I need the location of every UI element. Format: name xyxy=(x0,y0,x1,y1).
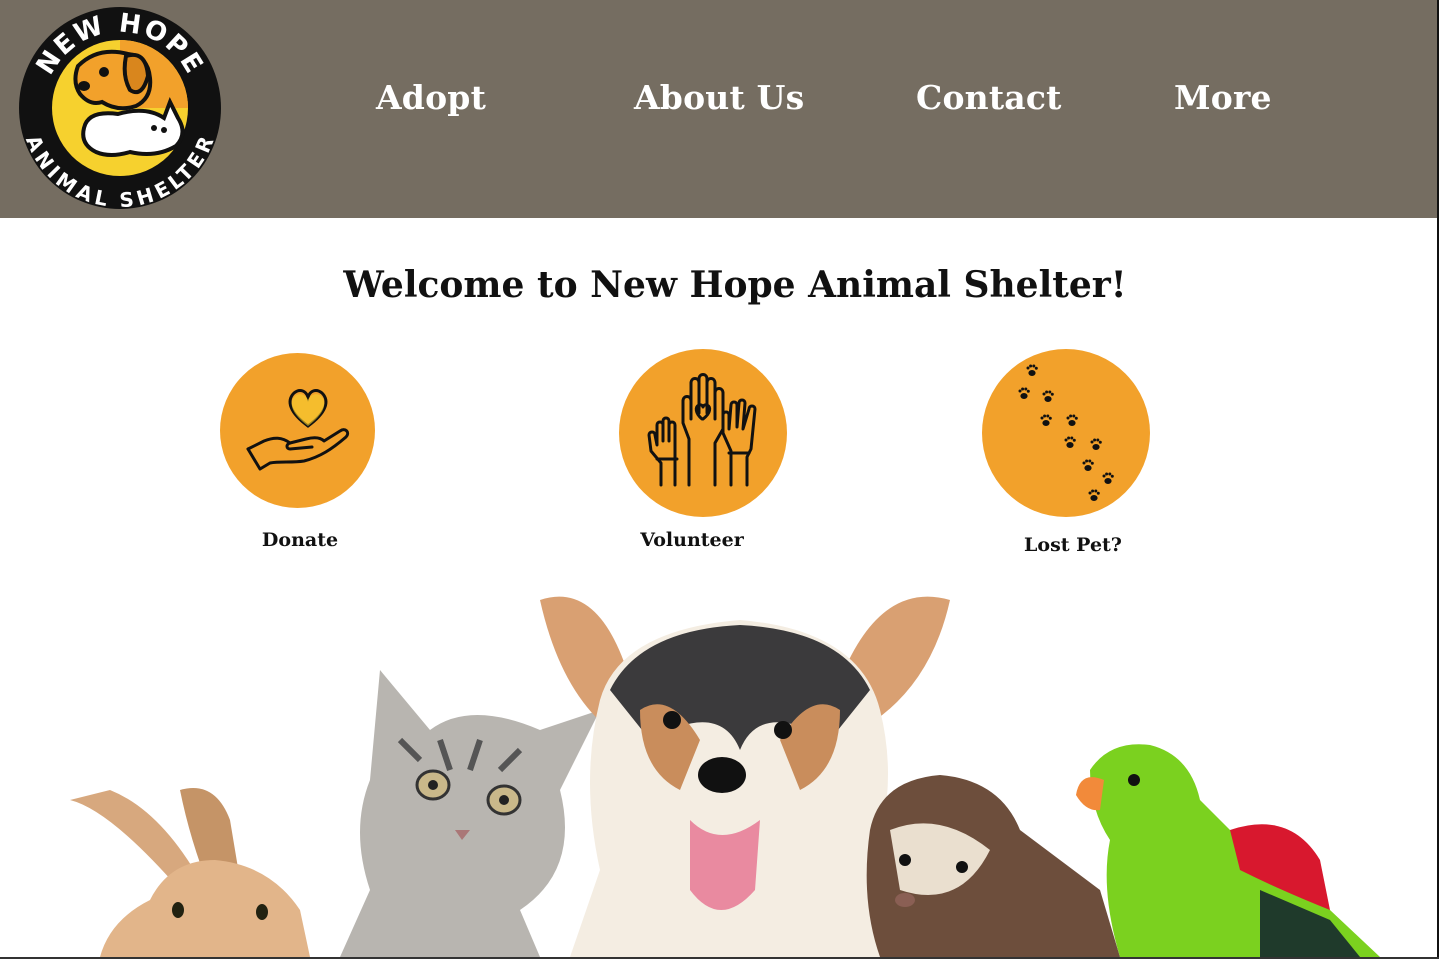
nav-contact[interactable]: Contact xyxy=(916,78,1062,117)
volunteer-label: Volunteer xyxy=(640,529,744,551)
parrot-illustration xyxy=(1076,744,1380,957)
nav-adopt[interactable]: Adopt xyxy=(376,78,486,117)
paw-prints-icon xyxy=(1018,364,1114,501)
hero-animals-image xyxy=(70,596,1380,957)
donate-label: Donate xyxy=(261,529,339,551)
nav-more[interactable]: More xyxy=(1174,78,1272,117)
welcome-heading: Welcome to New Hope Animal Shelter! xyxy=(343,264,1127,306)
raised-hands-icon xyxy=(647,373,757,487)
heart-hand-icon xyxy=(246,388,350,471)
lost-pet-label: Lost Pet? xyxy=(1024,534,1122,556)
rabbit-illustration xyxy=(70,788,310,957)
lost-pet-button[interactable] xyxy=(982,349,1150,517)
kitten-illustration xyxy=(340,670,600,957)
volunteer-button[interactable] xyxy=(619,349,787,517)
shelter-logo[interactable]: NEW HOPE ANIMAL SHELTER xyxy=(18,6,222,210)
donate-button[interactable] xyxy=(220,353,375,508)
nav-about-us[interactable]: About Us xyxy=(634,78,804,117)
site-header: NEW HOPE ANIMAL SHELTER Adopt About Us C… xyxy=(0,0,1437,218)
